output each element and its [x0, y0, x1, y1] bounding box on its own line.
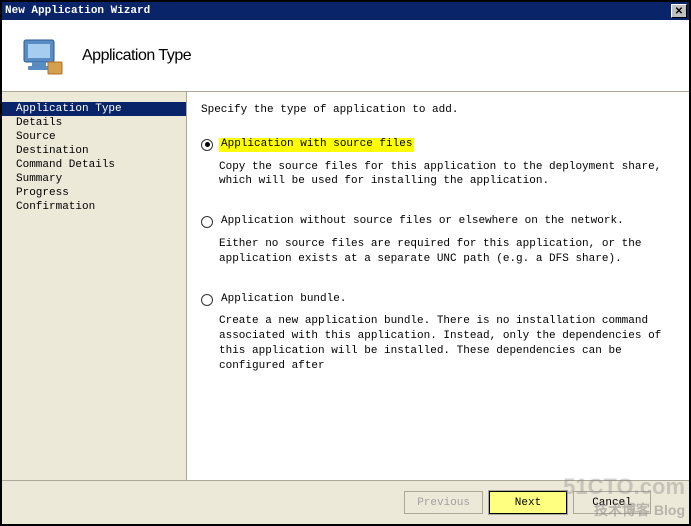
option-bundle: Application bundle. Create a new applica…: [201, 293, 673, 374]
sidebar-item-command-details[interactable]: Command Details: [2, 158, 186, 172]
sidebar-item-details[interactable]: Details: [2, 116, 186, 130]
window-title: New Application Wizard: [5, 5, 671, 17]
option-label[interactable]: Application with source files: [219, 138, 414, 152]
sidebar-item-source[interactable]: Source: [2, 130, 186, 144]
previous-button: Previous: [404, 491, 483, 514]
option-label[interactable]: Application without source files or else…: [219, 215, 626, 229]
option-source-files: Application with source files Copy the s…: [201, 138, 673, 189]
sidebar-item-summary[interactable]: Summary: [2, 172, 186, 186]
step-sidebar: Application Type Details Source Destinat…: [2, 92, 186, 480]
instruction-text: Specify the type of application to add.: [201, 104, 673, 118]
cancel-button[interactable]: Cancel: [573, 491, 651, 514]
application-icon: [18, 32, 66, 80]
sidebar-item-confirmation[interactable]: Confirmation: [2, 200, 186, 214]
sidebar-item-destination[interactable]: Destination: [2, 144, 186, 158]
option-description: Create a new application bundle. There i…: [219, 314, 673, 373]
radio-no-source[interactable]: [201, 216, 213, 228]
option-description: Either no source files are required for …: [219, 237, 673, 267]
close-button[interactable]: ✕: [671, 4, 687, 18]
radio-bundle[interactable]: [201, 294, 213, 306]
next-button[interactable]: Next: [489, 491, 567, 514]
wizard-body: Application Type Details Source Destinat…: [2, 92, 689, 480]
option-no-source: Application without source files or else…: [201, 215, 673, 266]
sidebar-item-application-type[interactable]: Application Type: [2, 102, 186, 116]
content-panel: Specify the type of application to add. …: [186, 92, 689, 480]
wizard-footer: Previous Next Cancel: [2, 480, 689, 524]
wizard-header: Application Type: [2, 20, 689, 92]
radio-source-files[interactable]: [201, 139, 213, 151]
option-description: Copy the source files for this applicati…: [219, 160, 673, 190]
option-label[interactable]: Application bundle.: [219, 293, 348, 307]
page-title: Application Type: [82, 47, 191, 65]
title-bar: New Application Wizard ✕: [2, 2, 689, 20]
sidebar-item-progress[interactable]: Progress: [2, 186, 186, 200]
